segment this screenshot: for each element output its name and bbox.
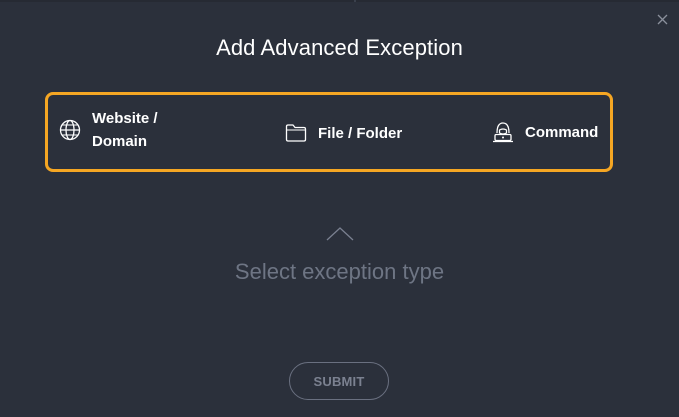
caret-up-icon — [326, 227, 354, 241]
exception-type-label: File / Folder — [318, 124, 403, 142]
add-exception-dialog: Add Advanced Exception Website / Domain — [0, 0, 679, 417]
select-type-hint: Select exception type — [234, 259, 445, 284]
exception-type-website[interactable]: Website / Domain — [58, 107, 172, 153]
exception-type-file-folder[interactable]: File / Folder — [284, 121, 402, 145]
top-divider-mark — [354, 0, 356, 2]
globe-icon — [58, 118, 82, 142]
submit-button[interactable]: SUBMIT — [289, 362, 389, 400]
exception-type-command[interactable]: Command — [491, 120, 598, 144]
close-icon — [657, 14, 667, 24]
exception-type-selector: Website / Domain File / Folder Command — [45, 92, 613, 172]
dialog-top-edge — [0, 0, 679, 2]
dialog-title: Add Advanced Exception — [216, 35, 463, 60]
hacker-icon — [491, 120, 515, 144]
exception-type-label: Command — [525, 123, 599, 141]
close-button[interactable] — [653, 10, 671, 28]
exception-type-label: Website / Domain — [92, 110, 158, 150]
folder-icon — [284, 121, 308, 145]
